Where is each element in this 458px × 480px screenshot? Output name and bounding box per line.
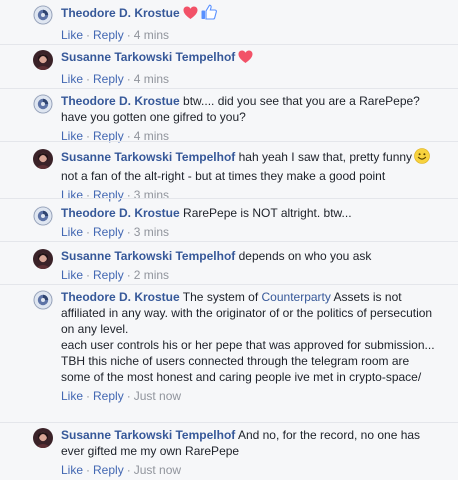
comment-content: Theodore D. Krostue btw.... did you see … (61, 93, 441, 144)
comment-text: Susanne Tarkowski Tempelhof depends on w… (61, 248, 441, 264)
separator-dot: · (86, 389, 91, 403)
comment-actions: Like · Reply · 4 mins (61, 71, 441, 87)
comment-content: Susanne Tarkowski Tempelhof Like · Reply · 4 … (61, 49, 441, 87)
page-mention-link[interactable]: Counterparty (262, 290, 331, 304)
comment-content: Theodore D. Krostue RarePepe is NOT altr… (61, 205, 441, 240)
separator-dot: · (126, 463, 131, 477)
comment-body: The system of (179, 290, 262, 304)
comment-actions: Like · Reply · 3 mins (61, 224, 441, 240)
comment-author-link[interactable]: Susanne Tarkowski Tempelhof (61, 50, 235, 64)
comment-body: depends on who you ask (235, 249, 372, 263)
comment-timestamp[interactable]: 2 mins (134, 268, 169, 282)
like-button[interactable]: Like (61, 28, 83, 42)
comment-timestamp[interactable]: Just now (134, 463, 181, 477)
comment-text: Susanne Tarkowski Tempelhof And no, for … (61, 427, 441, 459)
comment-timestamp[interactable]: Just now (134, 389, 181, 403)
comment-timestamp[interactable]: 4 mins (134, 72, 169, 86)
comment-actions: Like · Reply · 4 mins (61, 27, 441, 43)
comment: Susanne Tarkowski Tempelhof depends on w… (0, 241, 458, 284)
reply-button[interactable]: Reply (93, 28, 124, 42)
separator-dot: · (126, 28, 131, 42)
comment-body: hah yeah I saw that, pretty funny (235, 150, 413, 164)
avatar[interactable] (33, 206, 53, 226)
avatar[interactable] (33, 428, 53, 448)
comment: Theodore D. Krostue Like · Reply · 4 mins (0, 0, 458, 44)
avatar[interactable] (33, 290, 53, 310)
comment-content: Susanne Tarkowski Tempelhof hah yeah I s… (61, 148, 441, 203)
comment-text: Theodore D. Krostue RarePepe is NOT altr… (61, 205, 441, 221)
comment-body: each user controls his or her pepe that … (61, 338, 435, 384)
comment-author-link[interactable]: Susanne Tarkowski Tempelhof (61, 249, 235, 263)
comment-actions: Like · Reply · 2 mins (61, 267, 441, 283)
avatar[interactable] (33, 149, 53, 169)
comment-author-link[interactable]: Theodore D. Krostue (61, 290, 180, 304)
reply-button[interactable]: Reply (93, 463, 124, 477)
comment-text: Theodore D. Krostue (61, 4, 441, 24)
comment-text: Theodore D. Krostue The system of Counte… (61, 289, 441, 385)
comment: Theodore D. Krostue btw.... did you see … (0, 88, 458, 144)
comment-timestamp[interactable]: 3 mins (134, 225, 169, 239)
comment-text: Susanne Tarkowski Tempelhof (61, 49, 441, 68)
comment-author-link[interactable]: Theodore D. Krostue (61, 206, 180, 220)
comment-author-link[interactable]: Theodore D. Krostue (61, 94, 180, 108)
comment: Susanne Tarkowski Tempelhof And no, for … (0, 422, 458, 480)
avatar[interactable] (33, 94, 53, 114)
like-button[interactable]: Like (61, 268, 83, 282)
comment-body: not a fan of the alt-right - but at time… (61, 169, 386, 183)
like-button[interactable]: Like (61, 225, 83, 239)
avatar[interactable] (33, 249, 53, 269)
comment-content: Theodore D. Krostue The system of Counte… (61, 289, 441, 404)
comment: Theodore D. Krostue RarePepe is NOT altr… (0, 198, 458, 241)
comment: Susanne Tarkowski Tempelhof Like · Reply · 4 … (0, 44, 458, 88)
heart-icon (238, 50, 253, 68)
comment-content: Susanne Tarkowski Tempelhof And no, for … (61, 427, 441, 478)
comment-content: Theodore D. Krostue Like · Reply · 4 mins (61, 4, 441, 43)
comment: Theodore D. Krostue The system of Counte… (0, 284, 458, 422)
separator-dot: · (126, 389, 131, 403)
comment-actions: Like · Reply · Just now (61, 462, 441, 478)
comment-text: Susanne Tarkowski Tempelhof hah yeah I s… (61, 148, 441, 184)
avatar[interactable] (33, 5, 53, 25)
comment-thread: Theodore D. Krostue Like · Reply · 4 mins Susa… (0, 0, 458, 480)
comment-author-link[interactable]: Theodore D. Krostue (61, 6, 180, 20)
comment-timestamp[interactable]: 4 mins (134, 28, 169, 42)
comment-author-link[interactable]: Susanne Tarkowski Tempelhof (61, 150, 235, 164)
comment-text: Theodore D. Krostue btw.... did you see … (61, 93, 441, 125)
comment-actions: Like · Reply · Just now (61, 388, 441, 404)
separator-dot: · (86, 28, 91, 42)
reply-button[interactable]: Reply (93, 389, 124, 403)
separator-dot: · (86, 72, 91, 86)
separator-dot: · (126, 268, 131, 282)
separator-dot: · (126, 72, 131, 86)
like-button[interactable]: Like (61, 389, 83, 403)
like-button[interactable]: Like (61, 72, 83, 86)
reply-button[interactable]: Reply (93, 72, 124, 86)
like-thumb-icon (201, 4, 217, 24)
smiley-icon (414, 148, 430, 168)
separator-dot: · (86, 268, 91, 282)
like-button[interactable]: Like (61, 463, 83, 477)
reply-button[interactable]: Reply (93, 225, 124, 239)
comment-author-link[interactable]: Susanne Tarkowski Tempelhof (61, 428, 235, 442)
comment: Susanne Tarkowski Tempelhof hah yeah I s… (0, 141, 458, 202)
separator-dot: · (86, 225, 91, 239)
separator-dot: · (86, 463, 91, 477)
comment-content: Susanne Tarkowski Tempelhof depends on w… (61, 248, 441, 283)
avatar[interactable] (33, 50, 53, 70)
comment-body: RarePepe is NOT altright. btw... (179, 206, 352, 220)
separator-dot: · (126, 225, 131, 239)
reply-button[interactable]: Reply (93, 268, 124, 282)
heart-icon (183, 6, 198, 24)
